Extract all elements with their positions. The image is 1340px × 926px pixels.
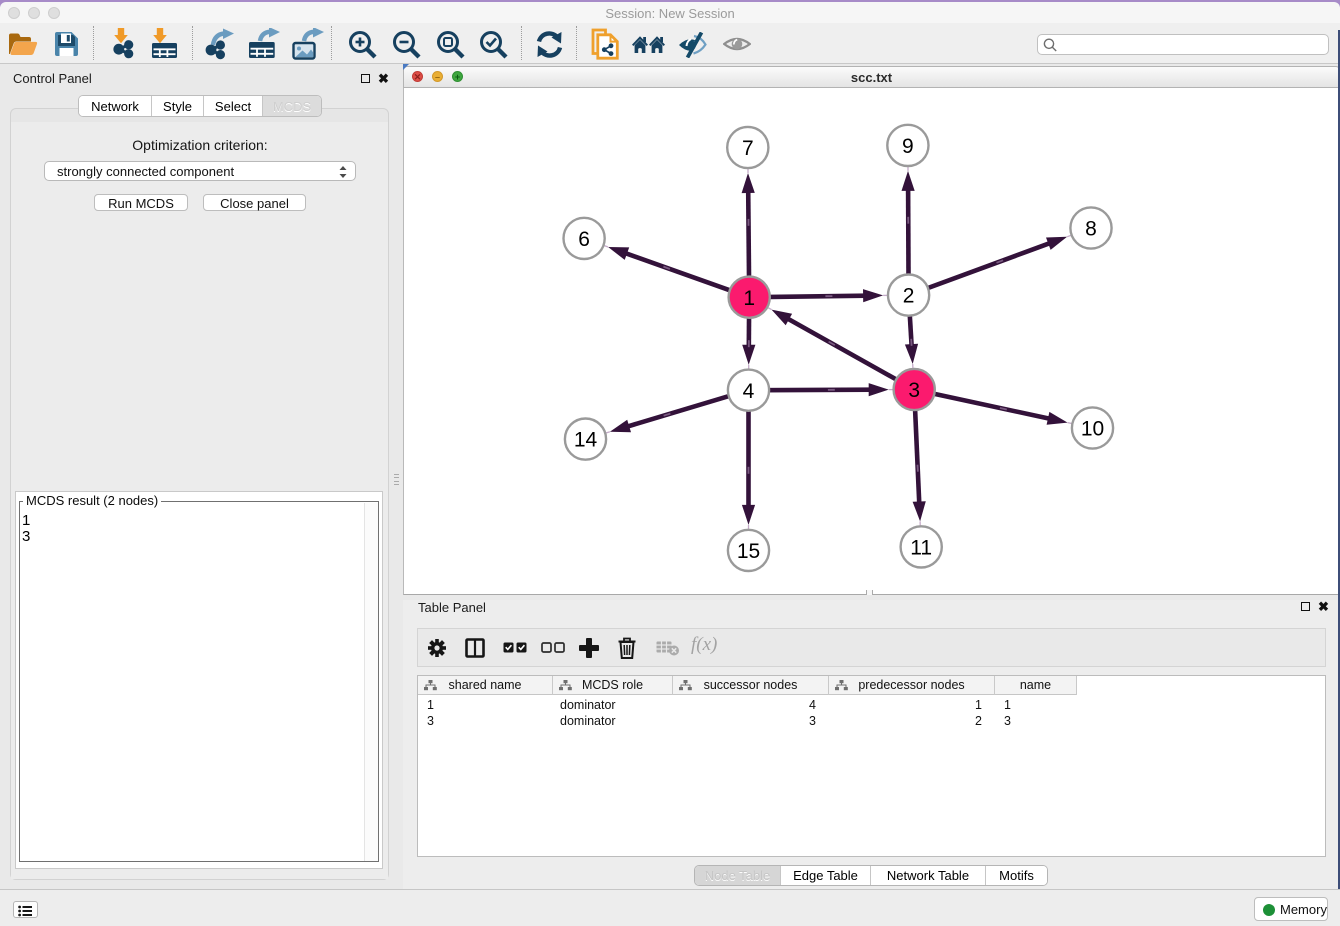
svg-text:7: 7: [742, 137, 754, 160]
svg-text:6: 6: [578, 228, 590, 251]
svg-text:14: 14: [574, 429, 598, 452]
svg-text:10: 10: [1081, 418, 1104, 441]
svg-text:8: 8: [1085, 218, 1097, 241]
svg-text:9: 9: [902, 135, 914, 158]
svg-text:11: 11: [910, 537, 932, 560]
svg-text:3: 3: [908, 379, 920, 402]
svg-text:15: 15: [737, 540, 760, 563]
svg-text:2: 2: [903, 285, 915, 308]
svg-text:4: 4: [743, 380, 755, 403]
svg-text:1: 1: [743, 287, 755, 310]
